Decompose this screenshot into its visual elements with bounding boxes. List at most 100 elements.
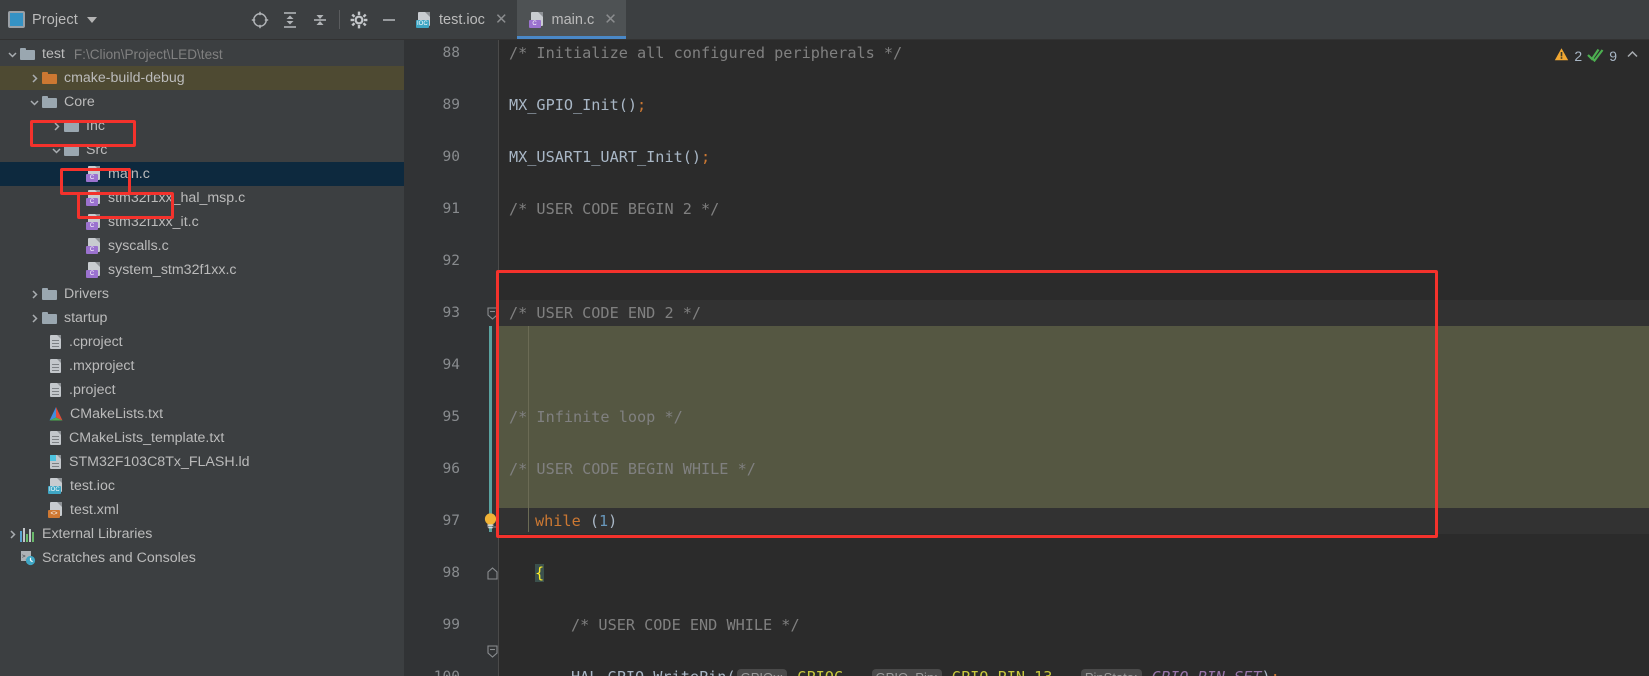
tab-label: test.ioc — [439, 11, 485, 28]
editor-viewport: 88 /* Initialize all configured peripher… — [404, 40, 1649, 676]
chevron-right-icon[interactable] — [4, 526, 20, 542]
line-number: 96 — [442, 461, 460, 477]
line-number: 92 — [442, 253, 460, 269]
xml-file-icon: <> — [48, 502, 64, 518]
close-icon[interactable]: ✕ — [495, 12, 508, 27]
code-line-96[interactable]: /* USER CODE BEGIN WHILE */ — [499, 456, 1649, 482]
chevron-right-icon[interactable] — [48, 118, 64, 134]
tree-item-label: test — [42, 46, 65, 62]
chevron-down-icon[interactable] — [26, 94, 42, 110]
main-area: test F:\Clion\Project\LED\test cmake-bui… — [0, 40, 1649, 676]
code-line-100[interactable]: HAL_GPIO_WritePin(GPIOx: GPIOC, GPIO_Pin… — [499, 664, 1649, 676]
tab-test-ioc[interactable]: IOC test.ioc ✕ — [404, 0, 517, 39]
tree-row-test-xml[interactable]: <> test.xml — [0, 498, 404, 522]
toolbar-divider — [339, 10, 340, 29]
tab-main-c[interactable]: C main.c ✕ — [516, 0, 627, 39]
tree-row-cmakelists-txt[interactable]: CMakeLists.txt — [0, 402, 404, 426]
tree-row-mxproject[interactable]: .mxproject — [0, 354, 404, 378]
tree-row-system-stm32f1xx-c[interactable]: C system_stm32f1xx.c — [0, 258, 404, 282]
line-number: 93 — [442, 305, 460, 321]
chevron-up-icon[interactable] — [1626, 48, 1639, 64]
tree-row-src[interactable]: Src — [0, 138, 404, 162]
code-content[interactable]: 88 /* Initialize all configured peripher… — [404, 40, 1649, 676]
tree-row-project[interactable]: .project — [0, 378, 404, 402]
chevron-down-icon[interactable] — [4, 46, 20, 62]
folder-gray-icon — [64, 119, 80, 133]
scratches-icon: >_ — [20, 550, 36, 566]
tree-row-startup[interactable]: startup — [0, 306, 404, 330]
line-number: 99 — [442, 617, 460, 633]
code-line-98[interactable]: { — [499, 560, 1649, 586]
tree-item-label: Core — [64, 94, 95, 110]
project-tree[interactable]: test F:\Clion\Project\LED\test cmake-bui… — [0, 40, 404, 676]
c-file-icon: C — [86, 262, 102, 278]
tree-item-label: system_stm32f1xx.c — [108, 262, 237, 278]
code-line-94[interactable] — [499, 352, 1649, 378]
param-hint-gpio-pin: GPIO_Pin: — [871, 668, 942, 676]
code-line-89[interactable]: MX_GPIO_Init(); — [499, 92, 1649, 118]
close-icon[interactable]: ✕ — [604, 12, 617, 27]
tree-row-test-ioc[interactable]: IOC test.ioc — [0, 474, 404, 498]
code-line-91[interactable]: /* USER CODE BEGIN 2 */ — [499, 196, 1649, 222]
double-check-icon[interactable] — [1587, 47, 1604, 65]
line-number: 95 — [442, 409, 460, 425]
tree-row-test[interactable]: test F:\Clion\Project\LED\test — [0, 42, 404, 66]
tree-item-label: External Libraries — [42, 526, 153, 542]
tree-row-stm32f1xx-it-c[interactable]: C stm32f1xx_it.c — [0, 210, 404, 234]
line-number: 91 — [442, 201, 460, 217]
tree-row-scratches-and-consoles[interactable]: >_ Scratches and Consoles — [0, 546, 404, 570]
tree-item-label: syscalls.c — [108, 238, 169, 254]
tree-item-label: cmake-build-debug — [64, 70, 185, 86]
chevron-right-icon[interactable] — [26, 286, 42, 302]
code-editor[interactable]: 88 /* Initialize all configured peripher… — [404, 40, 1649, 676]
fold-marker-109[interactable] — [486, 638, 498, 664]
tree-item-label: startup — [64, 310, 108, 326]
chevron-down-icon[interactable] — [86, 16, 97, 23]
tree-row-drivers[interactable]: Drivers — [0, 282, 404, 306]
clion-window: Project IOC test.ioc ✕ C main.c ✕ test F… — [0, 0, 1649, 676]
tree-row-syscalls-c[interactable]: C syscalls.c — [0, 234, 404, 258]
param-hint-pinstate: PinState: — [1080, 668, 1142, 676]
chevron-down-icon[interactable] — [48, 142, 64, 158]
collapse-all-icon[interactable] — [305, 5, 335, 35]
tree-row-stm32-flash-ld[interactable]: STM32F103C8Tx_FLASH.ld — [0, 450, 404, 474]
c-file-icon: C — [86, 238, 102, 254]
warning-triangle-icon[interactable] — [1554, 47, 1569, 65]
tree-row-cproject[interactable]: .cproject — [0, 330, 404, 354]
expand-all-icon[interactable] — [275, 5, 305, 35]
line-number: 98 — [442, 565, 460, 581]
doc-file-icon — [48, 358, 63, 374]
tree-row-core[interactable]: Core — [0, 90, 404, 114]
minimize-icon[interactable] — [374, 5, 404, 35]
code-line-97[interactable]: while (1) — [499, 508, 1649, 534]
folder-gray-icon — [20, 47, 36, 61]
code-line-95[interactable]: /* Infinite loop */ — [499, 404, 1649, 430]
line-number: 97 — [442, 513, 460, 529]
chevron-right-icon[interactable] — [26, 70, 42, 86]
tree-row-cmake-build-debug[interactable]: cmake-build-debug — [0, 66, 404, 90]
inspection-widget[interactable]: 2 9 — [1554, 47, 1639, 65]
crosshair-target-icon[interactable] — [245, 5, 275, 35]
tree-row-inc[interactable]: Inc — [0, 114, 404, 138]
tree-item-label: STM32F103C8Tx_FLASH.ld — [69, 454, 250, 470]
code-line-88[interactable]: /* Initialize all configured peripherals… — [499, 40, 1649, 66]
code-line-90[interactable]: MX_USART1_UART_Init(); — [499, 144, 1649, 170]
project-window-title: Project — [32, 11, 78, 28]
line-number: 89 — [442, 97, 460, 113]
chevron-right-icon[interactable] — [26, 310, 42, 326]
line-number: 94 — [442, 357, 460, 373]
code-line-93[interactable]: /* USER CODE END 2 */ — [499, 300, 1649, 326]
tree-row-stm32f1xx-hal-msp-c[interactable]: C stm32f1xx_hal_msp.c — [0, 186, 404, 210]
project-path-label: F:\Clion\Project\LED\test — [73, 46, 223, 62]
libraries-icon — [20, 526, 36, 542]
tree-item-label: Inc — [86, 118, 105, 134]
code-line-99[interactable]: /* USER CODE END WHILE */ — [499, 612, 1649, 638]
gear-icon[interactable] — [344, 5, 374, 35]
code-line-92[interactable] — [499, 248, 1649, 274]
tree-row-main-c[interactable]: C main.c — [0, 162, 404, 186]
tree-row-cmakelists-template-txt[interactable]: CMakeLists_template.txt — [0, 426, 404, 450]
tree-row-external-libraries[interactable]: External Libraries — [0, 522, 404, 546]
tree-item-label: CMakeLists.txt — [70, 406, 164, 422]
tab-label: main.c — [551, 11, 595, 28]
project-tool-window-header: Project — [0, 0, 404, 40]
